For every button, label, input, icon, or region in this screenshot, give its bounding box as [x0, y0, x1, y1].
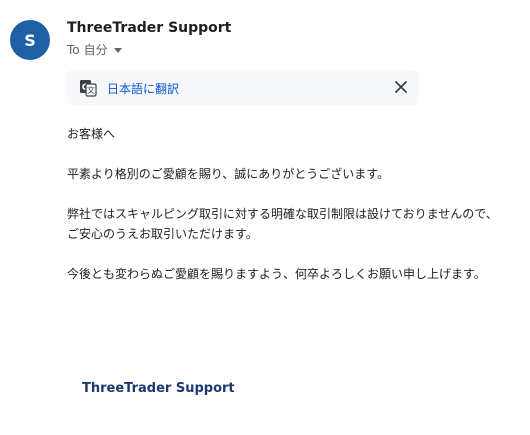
recipient-details-toggle[interactable]: To 自分: [67, 41, 122, 58]
sender-name: ThreeTrader Support: [67, 20, 232, 36]
caret-down-icon[interactable]: [113, 47, 122, 53]
to-label: To: [67, 42, 80, 57]
close-icon[interactable]: [393, 79, 409, 95]
message-greeting: お客様へ: [67, 127, 116, 141]
recipient-name: 自分: [83, 43, 108, 57]
translate-icon: G 文: [80, 80, 97, 97]
message-paragraph: 平素より格別のご愛顧を賜り、誠にありがとうございます。: [67, 167, 390, 181]
signature: ThreeTrader Support: [82, 381, 235, 396]
message-line: ご安心のうえお取引いただけます。: [67, 227, 258, 241]
message-body: お客様へ 平素より格別のご愛顧を賜り、誠にありがとうございます。 弊社ではスキャ…: [67, 124, 517, 304]
translate-bar: G 文 日本語に翻訳: [67, 70, 419, 105]
message-paragraph: 弊社ではスキャルピング取引に対する明確な取引制限は設けておりませんので、 ご安心…: [67, 204, 517, 244]
svg-text:文: 文: [87, 85, 95, 95]
translate-link[interactable]: 日本語に翻訳: [107, 80, 179, 97]
avatar[interactable]: S: [10, 20, 50, 60]
message-line: 弊社ではスキャルピング取引に対する明確な取引制限は設けておりませんので、: [67, 207, 498, 221]
message-paragraph: 今後とも変わらぬご愛顧を賜りますよう、何卒よろしくお願い申し上げます。: [67, 267, 486, 281]
